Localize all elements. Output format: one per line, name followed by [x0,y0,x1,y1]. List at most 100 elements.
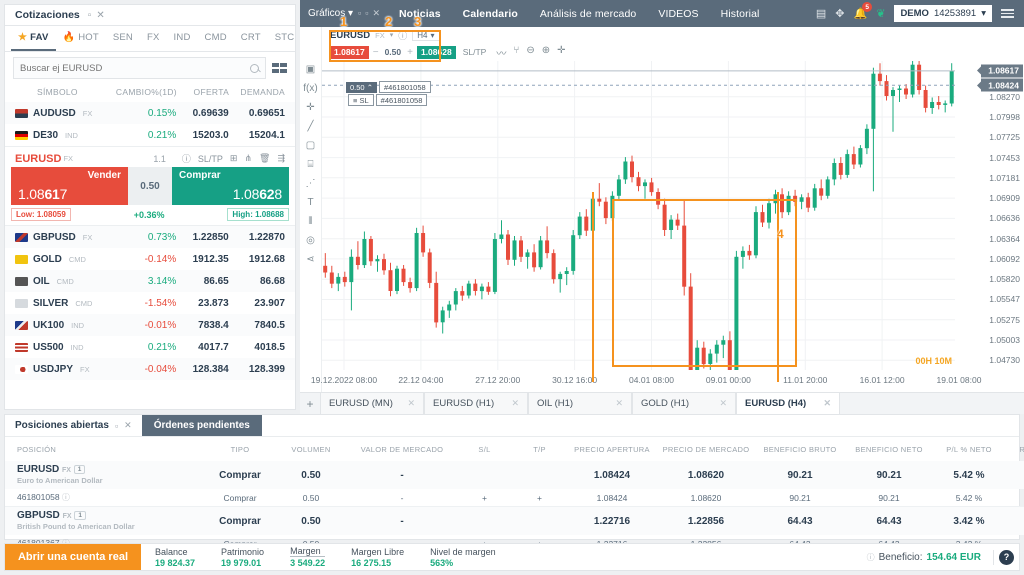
order-add-sl[interactable]: + [457,489,512,507]
list-item[interactable]: USDJPY FX -0.04% 128.384 128.399 [5,358,295,380]
text-icon[interactable]: T [307,198,313,208]
chart-tab-gold-h1[interactable]: GOLD (H1) ✕ [632,393,736,414]
close-icon[interactable]: ✕ [124,420,132,431]
maximize-icon[interactable]: ▫ [115,421,118,431]
chart-buy-button[interactable]: 1.08628 [416,45,456,59]
maximize-icon[interactable]: ▫ [365,8,368,19]
maximize-icon[interactable]: ▫ [88,10,92,21]
info-icon[interactable]: ⓘ [398,29,407,42]
zoom-out-icon[interactable]: ⊖ [526,45,534,60]
delete-icon[interactable]: 🗑 [259,153,270,164]
tab-stc[interactable]: STC [268,26,302,51]
chart-plot-area[interactable]: 0.50 ⌃ #461801058 ≡ SL #461801058 [322,61,955,370]
price-axis[interactable]: 1.08270 1.07998 1.07725 1.07453 1.07181 1.069… [955,61,1024,370]
col-rollover[interactable]: ROLLOVER [1005,437,1024,461]
search-input[interactable] [20,62,250,74]
col-valor-mercado[interactable]: VALOR DE MERCADO [347,437,457,461]
col-precio-mercado[interactable]: PRECIO DE MERCADO [657,437,755,461]
nav-videos[interactable]: VIDEOS [647,0,709,27]
info-icon[interactable]: ⓘ [867,552,875,563]
tab-pending-orders[interactable]: Órdenes pendientes [141,415,262,436]
list-item[interactable]: SILVER CMD -1.54% 23.873 23.907 [5,292,295,314]
list-item[interactable]: US500 IND 0.21% 4017.7 4018.5 [5,336,295,358]
indicator-icon[interactable]: f(x) [303,84,317,94]
chevron-down-icon[interactable]: ▾ [390,31,394,39]
search-box[interactable] [13,57,266,79]
close-icon[interactable]: ✕ [407,398,415,409]
col-volumen[interactable]: VOLUMEN [275,437,347,461]
tab-crt[interactable]: CRT [234,26,268,51]
fib-icon[interactable]: ⌸ [308,160,314,170]
pitchfork-icon[interactable]: ⋰ [306,179,316,189]
trendline-icon[interactable]: ╱ [307,122,313,132]
col-posicion[interactable]: POSICIÓN [5,437,205,461]
layout-icon[interactable]: ▤ [816,7,826,20]
list-item[interactable]: GBPUSD FX 0.73% 1.22850 1.22870 [5,226,295,248]
add-icon[interactable]: ⊞ [230,153,238,164]
chart-volume[interactable]: 0.50 [383,47,404,57]
settings-icon[interactable]: ⇶ [277,153,285,164]
volume-input[interactable]: 0.50 [128,167,172,205]
line-chart-icon[interactable]: 〰 [496,45,506,60]
tab-open-positions[interactable]: Posiciones abiertas ▫ ✕ [5,415,142,436]
col-pl-neto[interactable]: P/L % NETO [933,437,1005,461]
table-row[interactable]: GBPUSD FX 1 British Pound to American Do… [5,506,1024,535]
list-item[interactable]: AUDUSD FX 0.15% 0.69639 0.69651 [5,102,295,124]
tab-hot[interactable]: 🔥 HOT [56,26,106,51]
chart-icon[interactable]: ⋔ [244,153,252,164]
close-icon[interactable]: ✕ [511,398,519,409]
time-axis[interactable]: 19.12.2022 08:00 22.12 04:00 27.12 20:00 30… [311,370,982,392]
list-item[interactable]: OIL CMD 3.14% 86.65 86.68 [5,270,295,292]
chart-sell-button[interactable]: 1.08617 [330,45,369,59]
sltp-label[interactable]: SL/TP [198,154,223,164]
nav-analisis-mercado[interactable]: Análisis de mercado [529,0,647,27]
table-row[interactable]: EURUSD FX 1 Euro to American Dollar Comp… [5,461,1024,489]
close-icon[interactable]: ✕ [96,10,104,21]
col-beneficio-bruto[interactable]: BENEFICIO BRUTO [755,437,845,461]
nav-calendario[interactable]: Calendario [452,0,529,27]
wifi-icon[interactable]: ❦ [876,7,885,20]
grid-view-icon[interactable] [272,63,287,73]
close-icon[interactable]: ✕ [823,398,831,409]
close-icon[interactable]: ✕ [719,398,727,409]
info-icon[interactable]: ⓘ [62,493,70,502]
close-icon[interactable]: ✕ [372,8,380,19]
chart-tab-eurusd-h1[interactable]: EURUSD (H1) ✕ [424,393,528,414]
tab-fx[interactable]: FX [140,26,167,51]
chart-tab-eurusd-h4[interactable]: EURUSD (H4) ✕ [736,393,840,414]
table-row[interactable]: 461801058 ⓘ Comprar 0.50 - + + 1.08424 1… [5,489,1024,507]
bell-icon[interactable]: 🔔 5 [854,2,873,20]
share-icon[interactable]: ⋖ [306,255,314,265]
rectangle-icon[interactable]: ▢ [306,141,315,151]
zoom-in-icon[interactable]: ⊕ [542,45,550,60]
cursor-icon[interactable]: ▣ [306,65,315,75]
crosshair-plus-icon[interactable]: ✛ [306,103,314,113]
tab-ind[interactable]: IND [167,26,198,51]
candlestick-icon[interactable]: ⑂ [513,45,519,60]
close-icon[interactable]: ✕ [615,398,623,409]
nav-historial[interactable]: Historial [710,0,771,27]
tab-cmd[interactable]: CMD [198,26,234,51]
tab-fav[interactable]: ★ FAV [11,26,56,51]
account-selector[interactable]: DEMO 14253891 ▾ [894,5,992,22]
buy-button[interactable]: Comprar 1.08628 [172,167,289,205]
chart-tab-eurusd-mn[interactable]: EURUSD (MN) ✕ [320,393,424,414]
open-real-account-button[interactable]: Abrir una cuenta real [5,544,141,570]
order-add-tp[interactable]: + [512,489,567,507]
chart-symbol[interactable]: EURUSD [330,30,370,41]
menu-icon[interactable] [1001,9,1014,18]
col-sl[interactable]: S/L [457,437,512,461]
decrease-volume-button[interactable]: − [373,47,379,58]
help-button[interactable]: ? [993,549,1019,565]
col-tipo[interactable]: TIPO [205,437,275,461]
add-chart-button[interactable]: + [300,393,320,414]
col-beneficio-neto[interactable]: BENEFICIO NETO [845,437,933,461]
col-precio-apertura[interactable]: PRECIO APERTURA [567,437,657,461]
measure-icon[interactable]: ⦀ [308,217,312,227]
list-item[interactable]: GOLD CMD -0.14% 1912.35 1912.68 [5,248,295,270]
list-item[interactable]: DE30 IND 0.21% 15203.0 15204.1 [5,124,295,146]
chart-tab-oil-h1[interactable]: OIL (H1) ✕ [528,393,632,414]
position-marker-tag[interactable]: 0.50 ⌃ #461801058 [346,81,431,93]
info-icon[interactable]: ⓘ [182,152,191,165]
move-icon[interactable]: ✥ [835,7,844,20]
